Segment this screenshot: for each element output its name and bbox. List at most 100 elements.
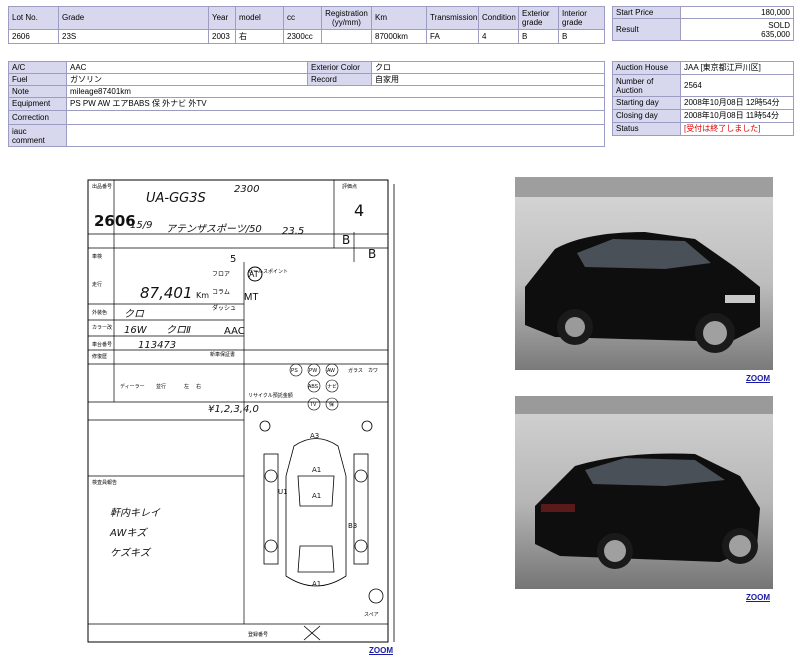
- sheet-handle: ディーラー: [120, 383, 145, 390]
- sheet-option: カワ: [368, 368, 378, 374]
- equipment-label: Equipment: [8, 97, 67, 111]
- sheet-trans-option: フロア: [212, 271, 230, 278]
- lot-km: 87000km: [371, 29, 427, 44]
- sheet-mileage: 87,401: [140, 284, 193, 302]
- damage-code: A1: [312, 466, 321, 474]
- sheet-exterior: B: [368, 247, 376, 261]
- sheet-model-code: UA-GG3S: [146, 191, 206, 206]
- sheet-recycle: ¥1,2,3,4,0: [208, 404, 259, 415]
- lot-header: Exterior grade: [518, 6, 559, 30]
- damage-code: U1: [278, 488, 288, 496]
- svg-text:検査員報告: 検査員報告: [92, 479, 117, 486]
- sheet-color: クロ: [124, 308, 145, 320]
- fuel-label: Fuel: [8, 73, 67, 86]
- sheet-inspector-note: 軒内キレイ: [110, 507, 161, 519]
- result-value: 635,000: [761, 29, 790, 39]
- lot-header: Interior grade: [558, 6, 605, 30]
- lot-year: 2003: [208, 29, 236, 44]
- sheet-inspector-note: AWキズ: [109, 527, 149, 539]
- svg-text:登録番号: 登録番号: [248, 631, 268, 638]
- note-value: mileage87401km: [66, 85, 605, 98]
- car-rear-photo-image: [515, 396, 773, 589]
- lot-header: Condition: [478, 6, 519, 30]
- sheet-trans-option: コラム: [212, 289, 230, 296]
- damage-code: B3: [348, 522, 357, 530]
- ac-value: AAC: [66, 61, 308, 74]
- sheet-option: TV: [310, 402, 317, 408]
- sheet-color-code: 16W: [124, 325, 148, 336]
- lot-header: Registration (yy/mm): [321, 6, 372, 30]
- lot-header: Grade: [58, 6, 209, 30]
- start-price-value: 180,000: [680, 6, 794, 19]
- svg-text:カラー改: カラー改: [92, 324, 112, 331]
- record-value: 自家用: [371, 73, 605, 86]
- closing-day-label: Closing day: [612, 109, 681, 123]
- record-label: Record: [307, 73, 372, 86]
- sheet-color-code2: クロⅡ: [166, 324, 191, 336]
- sheet-option: AW: [327, 368, 335, 374]
- damage-code: A1: [312, 492, 321, 500]
- correction-label: Correction: [8, 110, 67, 125]
- sheet-option: PW: [309, 368, 317, 374]
- sheet-interior: B: [342, 233, 350, 247]
- sheet-handle: 右: [196, 383, 201, 390]
- svg-text:修復歴: 修復歴: [92, 353, 107, 360]
- lot-header: Transmission: [426, 6, 479, 30]
- sheet-seats: 5: [230, 254, 236, 265]
- car-front-photo-image: [515, 177, 773, 370]
- sheet-trans-mt: MT: [244, 292, 258, 303]
- front-photo-zoom-link[interactable]: ZOOM: [746, 374, 770, 383]
- car-rear-photo[interactable]: [515, 396, 773, 589]
- start-price-label: Start Price: [612, 6, 681, 19]
- svg-text:リサイクル預託金額: リサイクル預託金額: [248, 392, 293, 399]
- sheet-trans-option: ダッシュ: [212, 304, 236, 312]
- damage-code: A3: [310, 432, 319, 440]
- lot-header: cc: [283, 6, 322, 30]
- auction-number-label: Number of Auction: [612, 74, 681, 97]
- iauc-comment-value: [66, 124, 605, 147]
- auction-house-value: JAA [東京都江戸川区]: [680, 61, 794, 75]
- svg-text:車検: 車検: [92, 253, 102, 260]
- sheet-option: ナビ: [327, 383, 337, 390]
- price-table: Start Price 180,000 Result SOLD 635,000: [612, 6, 794, 41]
- sheet-score: 4: [354, 201, 364, 220]
- closing-day-value: 2008年10月08日 11時54分: [680, 109, 794, 123]
- fuel-value: ガソリン: [66, 73, 308, 86]
- exterior-color-label: Exterior Color: [307, 61, 372, 74]
- status-label: Status: [612, 122, 681, 136]
- auction-sheet-image[interactable]: 出品番号 車検 走行 外装色 カラー改 車台番号 修復歴 新車保証書 セールスポ…: [84, 176, 408, 644]
- sheet-ac: AAC: [224, 326, 245, 337]
- auction-house-label: Auction House: [612, 61, 681, 75]
- damage-code: A1: [312, 580, 321, 588]
- sheet-date: 15/9: [130, 220, 152, 231]
- exterior-color-value: クロ: [371, 61, 605, 74]
- correction-value: [66, 110, 605, 125]
- auction-number-value: 2564: [680, 74, 794, 97]
- lot-header: model: [235, 6, 284, 30]
- svg-text:車台番号: 車台番号: [92, 341, 112, 348]
- rear-photo-zoom-link[interactable]: ZOOM: [746, 593, 770, 602]
- lot-condition: 4: [478, 29, 519, 44]
- auction-sheet-drawing: 出品番号 車検 走行 外装色 カラー改 車台番号 修復歴 新車保証書 セールスポ…: [87, 179, 395, 643]
- svg-text:スペア: スペア: [364, 612, 379, 618]
- sheet-handle: 左: [184, 383, 189, 390]
- ac-label: A/C: [8, 61, 67, 74]
- starting-day-value: 2008年10月08日 12時54分: [680, 96, 794, 110]
- car-front-photo[interactable]: [515, 177, 773, 370]
- svg-text:評価点: 評価点: [342, 183, 357, 190]
- sheet-zoom-link[interactable]: ZOOM: [369, 646, 393, 655]
- sheet-label: 出品番号: [92, 183, 112, 190]
- lot-value-row: 2606 23S 2003 右 2300cc 87000km FA 4 B B: [8, 29, 605, 44]
- svg-text:外装色: 外装色: [92, 309, 107, 316]
- lot-header: Year: [208, 6, 236, 30]
- sheet-trans-at: AT: [249, 270, 259, 279]
- lot-header: Lot No.: [8, 6, 59, 30]
- status-value: [受付は終了しました]: [680, 122, 794, 136]
- lot-grade: 23S: [58, 29, 209, 44]
- lot-number: 2606: [8, 29, 59, 44]
- result-label: Result: [612, 18, 681, 41]
- lot-cc: 2300cc: [283, 29, 322, 44]
- result-status: SOLD: [768, 20, 790, 30]
- sheet-handle: 並行: [156, 383, 166, 390]
- sheet-option: 保: [329, 401, 334, 408]
